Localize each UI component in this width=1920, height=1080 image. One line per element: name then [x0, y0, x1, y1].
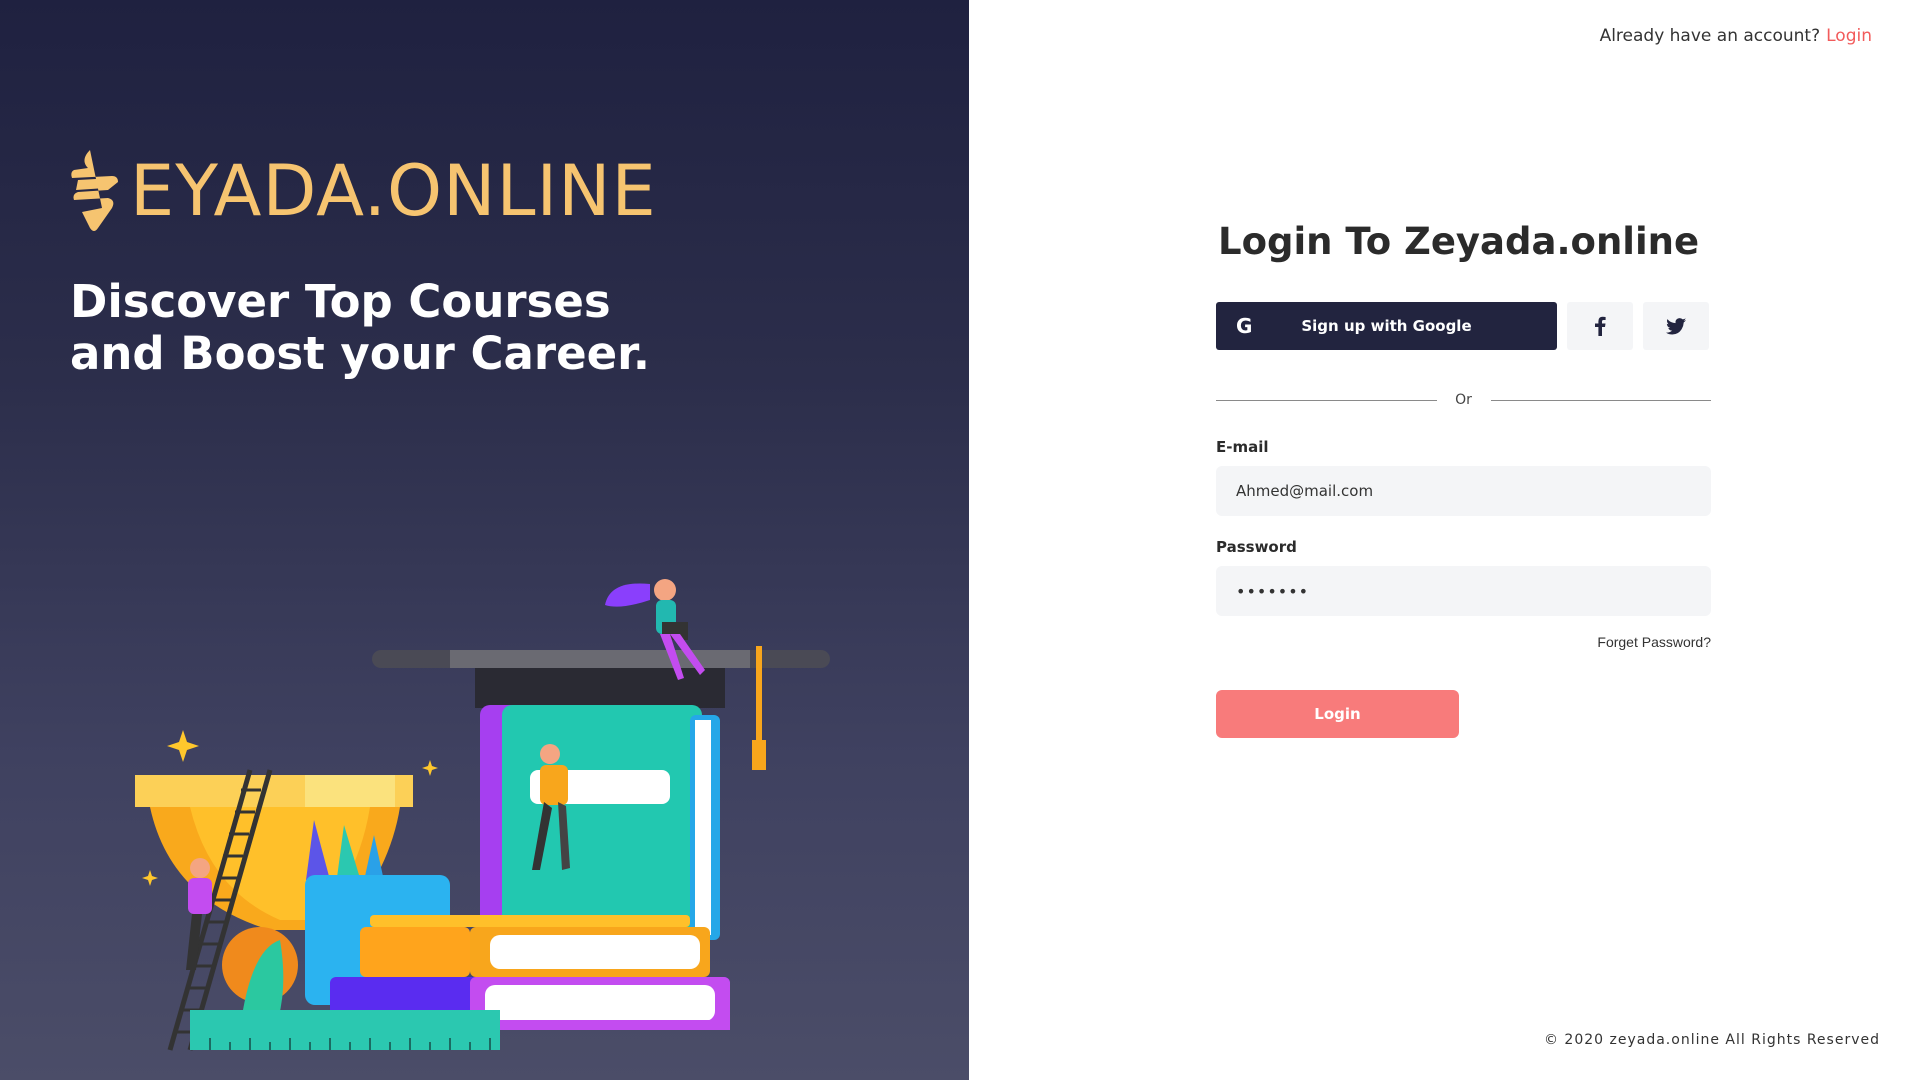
divider-line-right — [1490, 399, 1711, 401]
forget-password-link[interactable]: Forget Password? — [1216, 634, 1711, 650]
logo-text: EYADA.ONLINE — [130, 150, 657, 232]
login-button[interactable]: Login — [1216, 690, 1459, 738]
divider-line-left — [1216, 399, 1437, 401]
header-login-link[interactable]: Login — [1826, 26, 1872, 46]
password-label: Password — [1216, 538, 1297, 556]
google-signup-label: Sign up with Google — [1301, 317, 1472, 335]
hero-headline: Discover Top Courses and Boost your Care… — [70, 276, 770, 380]
email-field[interactable] — [1216, 466, 1711, 516]
social-login-row: G Sign up with Google — [1216, 302, 1711, 350]
google-icon: G — [1236, 314, 1253, 338]
facebook-icon — [1595, 316, 1606, 336]
headline-line-1: Discover Top Courses — [70, 275, 611, 328]
copyright-footer: © 2020 zeyada.online All Rights Reserved — [1543, 1032, 1880, 1048]
facebook-login-button[interactable] — [1567, 302, 1633, 350]
logo-mark-icon — [71, 150, 118, 231]
or-divider: Or — [1216, 392, 1711, 408]
account-prompt-text: Already have an account? — [1599, 26, 1821, 46]
education-illustration — [135, 579, 830, 1051]
google-signup-button[interactable]: G Sign up with Google — [1216, 302, 1557, 350]
brand-logo: EYADA.ONLINE — [68, 146, 657, 236]
twitter-login-button[interactable] — [1643, 302, 1709, 350]
twitter-icon — [1666, 317, 1686, 334]
divider-text: Or — [1455, 392, 1472, 408]
login-form: Login To Zeyada.online G Sign up with Go… — [1216, 220, 1711, 738]
page-title: Login To Zeyada.online — [1218, 220, 1700, 263]
account-prompt: Already have an account? Login — [1600, 26, 1872, 46]
email-label: E-mail — [1216, 438, 1269, 456]
hero-panel: EYADA.ONLINE Discover Top Courses and Bo… — [0, 0, 969, 1080]
headline-line-2: and Boost your Career. — [70, 327, 651, 380]
password-field[interactable] — [1216, 566, 1711, 616]
